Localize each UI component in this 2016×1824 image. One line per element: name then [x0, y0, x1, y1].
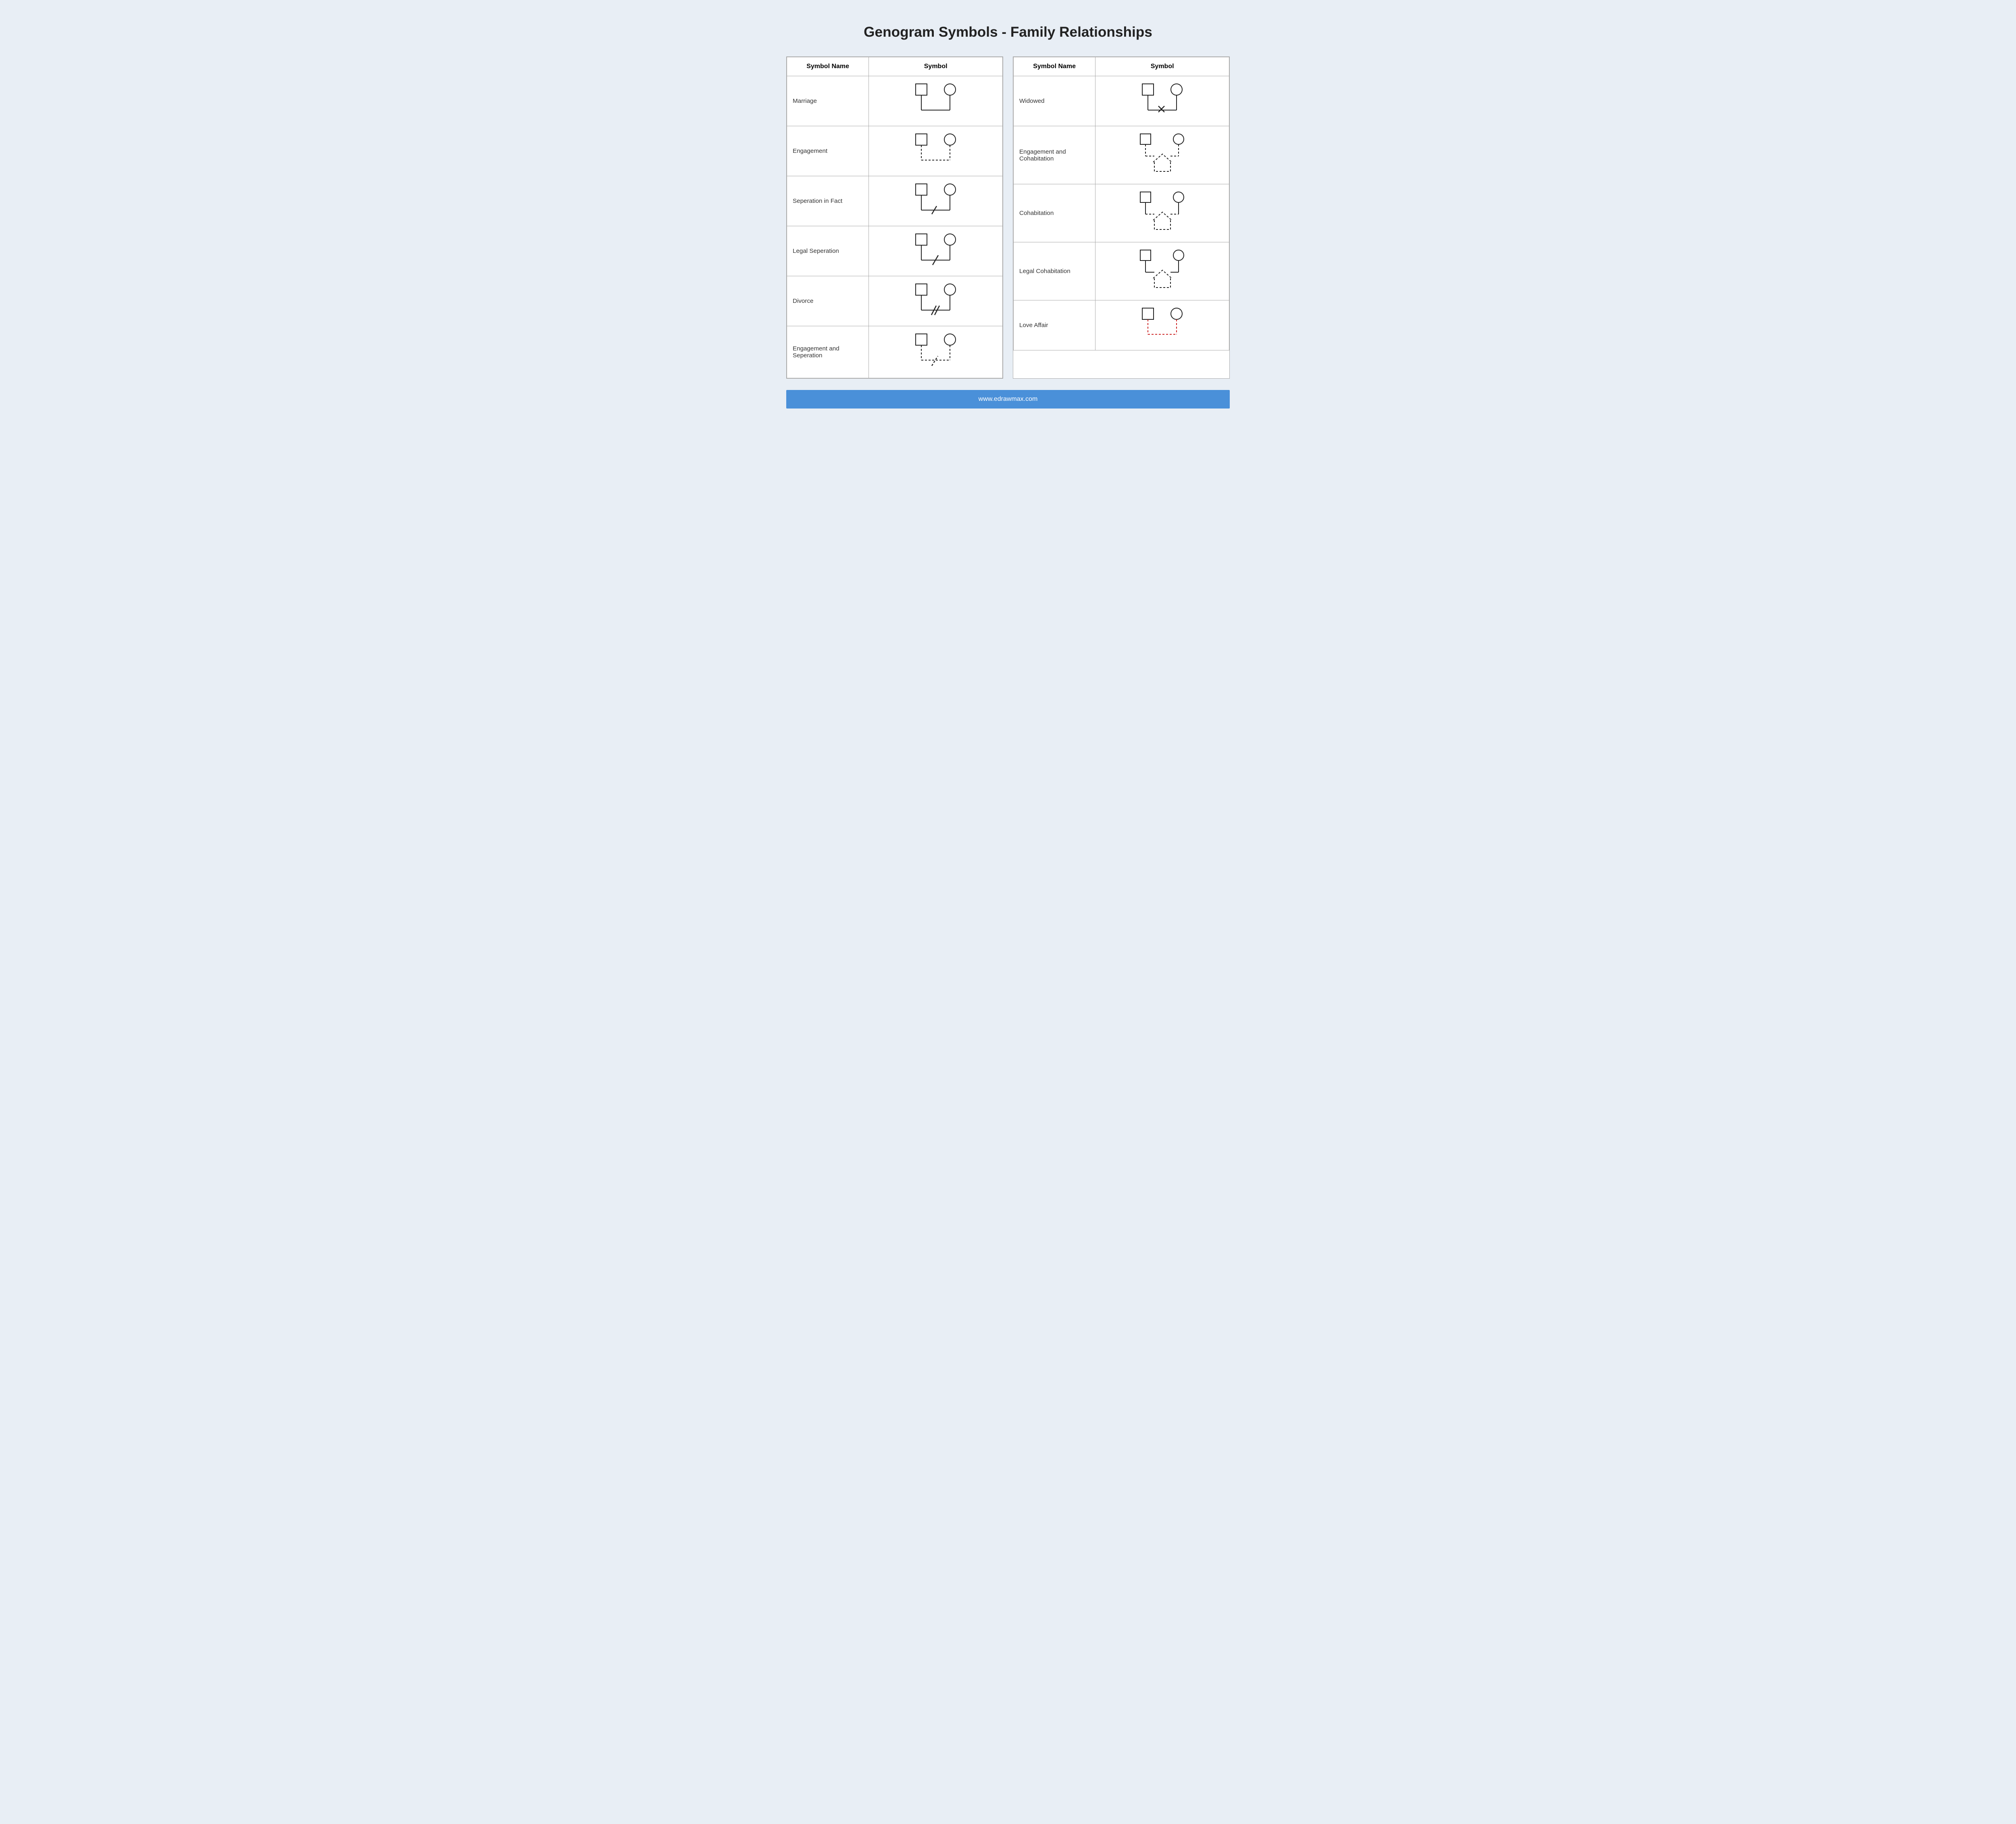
row-symbol-legal-cohab: [1095, 242, 1229, 300]
row-symbol-eng-sep: [869, 326, 1003, 378]
table-row: Engagement and Seperation: [787, 326, 1003, 378]
table-row: Widowed: [1014, 76, 1229, 126]
table-row: Marriage: [787, 76, 1003, 126]
row-name-legal-sep: Legal Seperation: [787, 226, 869, 276]
row-name-divorce: Divorce: [787, 276, 869, 326]
table-row: Legal Cohabitation: [1014, 242, 1229, 300]
row-name-cohab: Cohabitation: [1014, 184, 1095, 242]
row-symbol-cohab: [1095, 184, 1229, 242]
left-col2-header: Symbol: [869, 57, 1003, 76]
row-symbol-sep-fact: [869, 176, 1003, 226]
row-symbol-divorce: [869, 276, 1003, 326]
right-col1-header: Symbol Name: [1014, 57, 1095, 76]
row-symbol-engagement: [869, 126, 1003, 176]
tables-wrapper: Symbol Name Symbol Marriage: [786, 56, 1230, 379]
row-symbol-widowed: [1095, 76, 1229, 126]
row-name-marriage: Marriage: [787, 76, 869, 126]
left-col1-header: Symbol Name: [787, 57, 869, 76]
row-name-love-affair: Love Affair: [1014, 300, 1095, 350]
right-table: Symbol Name Symbol Widowed: [1013, 56, 1230, 379]
page-title: Genogram Symbols - Family Relationships: [864, 24, 1152, 40]
row-name-legal-cohab: Legal Cohabitation: [1014, 242, 1095, 300]
row-name-sep-fact: Seperation in Fact: [787, 176, 869, 226]
footer-text: www.edrawmax.com: [979, 396, 1038, 402]
row-symbol-eng-cohab: [1095, 126, 1229, 184]
table-row: Cohabitation: [1014, 184, 1229, 242]
row-name-eng-cohab: Engagement and Cohabitation: [1014, 126, 1095, 184]
row-symbol-legal-sep: [869, 226, 1003, 276]
table-row: Love Affair: [1014, 300, 1229, 350]
footer-bar: www.edrawmax.com: [786, 390, 1230, 409]
table-row: Engagement: [787, 126, 1003, 176]
left-table: Symbol Name Symbol Marriage: [786, 56, 1003, 379]
row-symbol-marriage: [869, 76, 1003, 126]
table-row: Divorce: [787, 276, 1003, 326]
row-name-widowed: Widowed: [1014, 76, 1095, 126]
row-name-engagement: Engagement: [787, 126, 869, 176]
row-symbol-love-affair: [1095, 300, 1229, 350]
right-col2-header: Symbol: [1095, 57, 1229, 76]
row-name-eng-sep: Engagement and Seperation: [787, 326, 869, 378]
table-row: Seperation in Fact: [787, 176, 1003, 226]
table-row: Legal Seperation: [787, 226, 1003, 276]
table-row: Engagement and Cohabitation: [1014, 126, 1229, 184]
